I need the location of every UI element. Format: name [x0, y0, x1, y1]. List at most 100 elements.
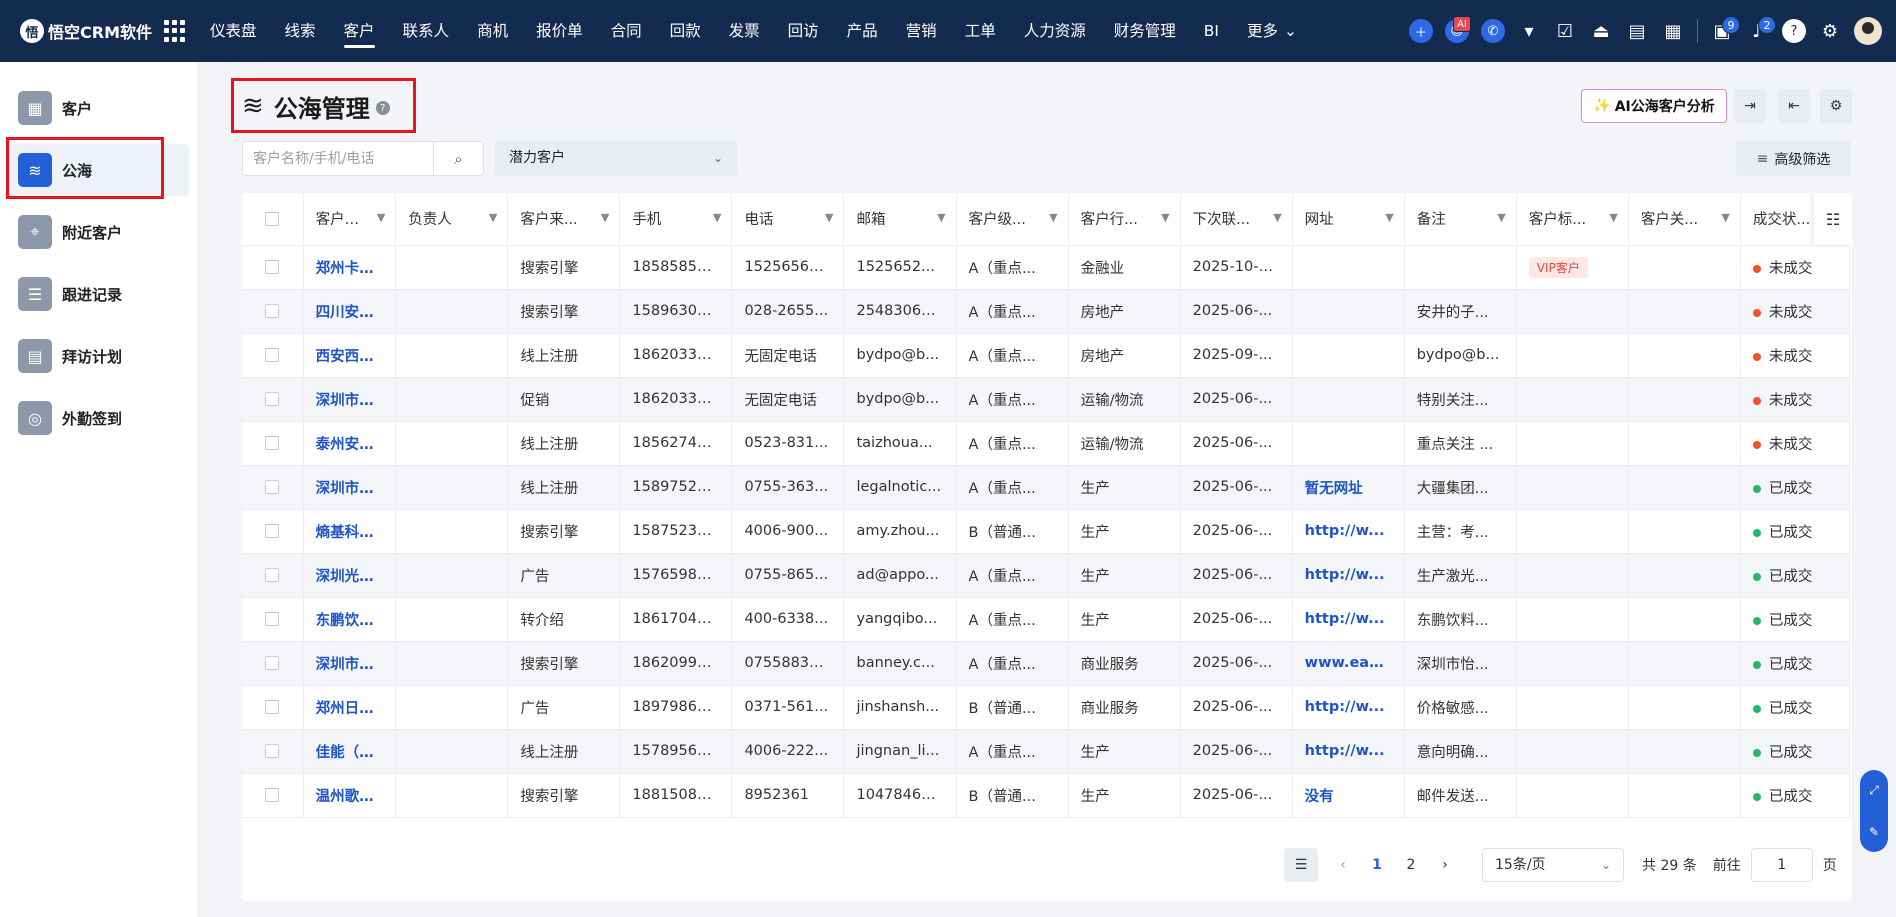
table-row[interactable]: 深圳市弗... 促销 18620330... 无固定电话 bydpo@b... A（重点.…: [242, 377, 1851, 422]
filter-icon[interactable]: ▼: [1721, 211, 1729, 224]
column-header[interactable]: 手机 ▼: [619, 193, 733, 246]
filter-icon[interactable]: ▼: [1385, 211, 1393, 224]
chat-icon[interactable]: ✆: [1475, 13, 1511, 49]
sidebar-item[interactable]: ☰ 跟进记录: [8, 268, 189, 320]
website-link[interactable]: http://w...: [1292, 597, 1405, 642]
row-checkbox[interactable]: [265, 524, 280, 538]
prev-page-button[interactable]: ‹: [1326, 857, 1360, 873]
nav-item[interactable]: 更多 ⌄: [1233, 0, 1311, 62]
website-link[interactable]: 没有: [1292, 773, 1405, 818]
advanced-filter-button[interactable]: ≡ 高级筛选: [1736, 141, 1851, 176]
nav-item[interactable]: 报价单: [522, 0, 597, 62]
select-all-checkbox[interactable]: [265, 211, 280, 226]
question-icon[interactable]: ?: [375, 101, 390, 115]
customer-name-link[interactable]: 四川安井...: [303, 289, 397, 334]
website-link[interactable]: http://w...: [1292, 685, 1405, 730]
add-icon[interactable]: ＋: [1403, 13, 1439, 49]
nav-item[interactable]: 联系人: [389, 0, 464, 62]
nav-item[interactable]: 人力资源: [1010, 0, 1100, 62]
ai-robot-icon[interactable]: ☺ AI: [1439, 13, 1475, 49]
table-row[interactable]: 深圳市怡... 搜索引擎 18620996... 07558839... banney.…: [242, 641, 1851, 686]
row-checkbox[interactable]: [265, 260, 280, 274]
settings-icon[interactable]: ⚙: [1820, 89, 1852, 123]
customer-name-link[interactable]: 郑州卡卡...: [303, 245, 397, 290]
filter-icon[interactable]: ▼: [937, 211, 945, 224]
filter-icon[interactable]: ▼: [1161, 211, 1169, 224]
filter-icon[interactable]: ▼: [1273, 211, 1281, 224]
task-list-icon[interactable]: ▣ 9: [1704, 13, 1740, 49]
filter-icon[interactable]: ▼: [489, 211, 497, 224]
page-size-select[interactable]: 15条/页 ⌄: [1482, 848, 1624, 882]
column-header[interactable]: 客户关... ▼: [1628, 193, 1741, 246]
filter-icon[interactable]: ▼: [1497, 211, 1505, 224]
table-row[interactable]: 泰州安井... 线上注册 18562742... 0523-831... taizhou…: [242, 421, 1851, 466]
website-link[interactable]: 暂无网址: [1292, 465, 1405, 510]
announcement-icon[interactable]: ▾: [1511, 13, 1547, 49]
nav-item[interactable]: 工单: [951, 0, 1010, 62]
page-number-button[interactable]: 1: [1360, 857, 1394, 873]
user-avatar[interactable]: [1854, 17, 1882, 45]
sidebar-item[interactable]: ▤ 拜访计划: [8, 330, 189, 382]
row-checkbox[interactable]: [265, 480, 280, 494]
column-header[interactable]: 网址 ▼: [1292, 193, 1405, 246]
website-link[interactable]: www.easc...: [1292, 641, 1405, 686]
sidebar-item[interactable]: ▦ 客户: [8, 82, 189, 134]
table-row[interactable]: 郑州日产... 广告 18979862... 0371-561... jinshansh…: [242, 685, 1851, 730]
table-row[interactable]: 深圳市大... 线上注册 15897523... 0755-363... legalno…: [242, 465, 1851, 510]
customer-name-link[interactable]: 东鹏饮料...: [303, 597, 397, 642]
nav-item[interactable]: 财务管理: [1100, 0, 1190, 62]
filter-icon[interactable]: ▼: [825, 211, 833, 224]
search-input[interactable]: [243, 142, 433, 175]
nav-item[interactable]: 发票: [715, 0, 774, 62]
row-checkbox[interactable]: [265, 436, 280, 450]
nav-item[interactable]: 客户: [330, 0, 389, 62]
column-header[interactable]: 客户来... ▼: [507, 193, 621, 246]
nav-item[interactable]: 仪表盘: [196, 0, 271, 62]
table-row[interactable]: 郑州卡卡... 搜索引擎 18585858... 15256562... 1525652…: [242, 245, 1851, 290]
edit-note-icon[interactable]: ✎: [1869, 825, 1879, 839]
table-row[interactable]: 温州歌林... 搜索引擎 18815080... 8952361 10478465...…: [242, 773, 1851, 818]
website-link[interactable]: http://w...: [1292, 509, 1405, 554]
column-header[interactable]: 客户级... ▼: [956, 193, 1069, 246]
website-link[interactable]: http://w...: [1292, 553, 1405, 598]
website-link[interactable]: http://w...: [1292, 729, 1405, 774]
customer-name-link[interactable]: 西安西沃...: [303, 333, 397, 378]
nav-item[interactable]: 线索: [271, 0, 330, 62]
nav-item[interactable]: 营销: [892, 0, 951, 62]
calendar-icon[interactable]: ▦: [1655, 13, 1691, 49]
row-checkbox[interactable]: [265, 348, 280, 362]
nav-item[interactable]: 回访: [774, 0, 833, 62]
column-header[interactable]: 客户标... ▼: [1516, 193, 1629, 246]
goto-page-input[interactable]: 1: [1750, 848, 1813, 882]
customer-name-link[interactable]: 深圳市怡...: [303, 641, 397, 686]
nav-item[interactable]: 合同: [597, 0, 656, 62]
list-view-icon[interactable]: ☰: [1284, 848, 1318, 882]
row-checkbox[interactable]: [265, 788, 280, 802]
nav-item[interactable]: 商机: [463, 0, 522, 62]
sidebar-item[interactable]: ◎ 外勤签到: [8, 392, 189, 444]
table-row[interactable]: 佳能（中... 线上注册 15789563... 4006-222... jingnan…: [242, 729, 1851, 774]
task-check-icon[interactable]: ☑: [1547, 13, 1583, 49]
filter-icon[interactable]: ▼: [713, 211, 721, 224]
column-header[interactable]: 电话 ▼: [731, 193, 845, 246]
row-checkbox[interactable]: [265, 392, 280, 406]
filter-icon[interactable]: ▼: [1049, 211, 1057, 224]
import-icon[interactable]: ⇥: [1734, 89, 1766, 123]
filter-icon[interactable]: ▼: [601, 211, 609, 224]
scene-select[interactable]: 潜力客户 ⌄: [495, 141, 737, 176]
sidebar-item[interactable]: ≋ 公海: [8, 144, 189, 196]
customer-name-link[interactable]: 泰州安井...: [303, 421, 397, 466]
column-header[interactable]: 下次联... ▼: [1180, 193, 1293, 246]
nav-item[interactable]: 回款: [656, 0, 715, 62]
export-icon[interactable]: ⇤: [1778, 89, 1810, 123]
customer-name-link[interactable]: 深圳市弗...: [303, 377, 397, 422]
table-row[interactable]: 四川安井... 搜索引擎 15896309... 028-2655... 2548306…: [242, 289, 1851, 334]
column-header[interactable]: 邮箱 ▼: [843, 193, 957, 246]
apps-grid-icon[interactable]: [164, 20, 186, 42]
column-header[interactable]: 负责人 ▼: [395, 193, 509, 246]
customer-name-link[interactable]: 温州歌林...: [303, 773, 397, 818]
log-document-icon[interactable]: ▤: [1619, 13, 1655, 49]
row-checkbox[interactable]: [265, 744, 280, 758]
column-settings-icon[interactable]: ☷: [1814, 193, 1852, 245]
sidebar-item[interactable]: ⌖ 附近客户: [8, 206, 189, 258]
